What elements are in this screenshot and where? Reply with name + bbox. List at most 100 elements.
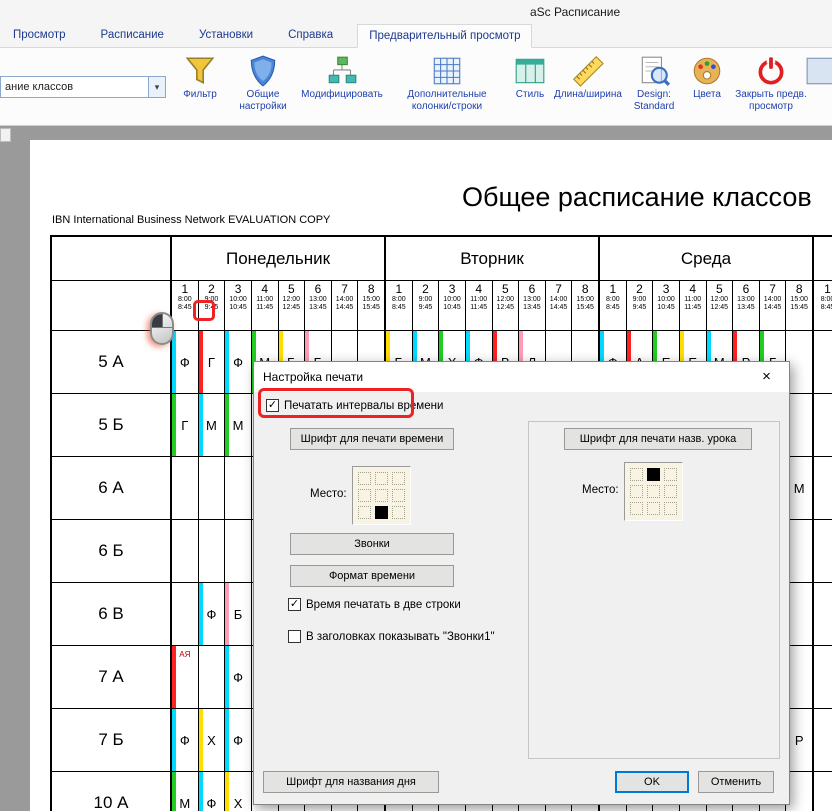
place-cell-1[interactable]	[647, 468, 660, 481]
period-header: 714:0014:45	[332, 281, 359, 330]
timetable-cell	[225, 457, 252, 519]
place-cell-5[interactable]	[392, 489, 405, 502]
place-cell-3[interactable]	[630, 485, 643, 498]
tab-preview[interactable]: Предварительный просмотр	[357, 24, 532, 48]
timetable-day-header-row: ПонедельникВторникСреда	[52, 237, 832, 281]
view-selector-group: ание классов ▾	[0, 48, 170, 125]
view-select-value: ание классов	[5, 81, 73, 93]
design-button[interactable]: Design: Standard	[624, 48, 684, 125]
place-cell-0[interactable]	[358, 472, 371, 485]
place-cell-7[interactable]	[647, 502, 660, 515]
size-button-label: Длина/ширина	[554, 89, 622, 101]
period-header: 310:0010:45	[439, 281, 466, 330]
timetable-cell: Ф	[225, 646, 252, 708]
checkbox-time-two-lines[interactable]: ✓ Время печатать в две строки	[288, 598, 461, 611]
lesson-font-button[interactable]: Шрифт для печати назв. урока	[564, 428, 752, 450]
place-cell-8[interactable]	[664, 502, 677, 515]
timetable-cell	[786, 646, 812, 708]
modify-button[interactable]: Модифицировать	[296, 48, 388, 125]
timetable-cell: Ф	[172, 709, 199, 771]
timetable-cell	[786, 583, 812, 645]
timetable-cell: М	[172, 772, 199, 811]
shield-icon	[246, 54, 280, 88]
lesson-color-stripe	[199, 394, 203, 456]
cancel-button[interactable]: Отменить	[698, 771, 774, 793]
lesson-position-grid[interactable]	[624, 462, 683, 521]
place-cell-8[interactable]	[392, 506, 405, 519]
timetable-cell	[814, 394, 832, 456]
checkbox-show-bells1[interactable]: В заголовках показывать "Звонки1"	[288, 630, 495, 643]
ok-button[interactable]: OK	[615, 771, 689, 793]
place-label-right: Место:	[582, 484, 619, 496]
place-cell-4[interactable]	[375, 489, 388, 502]
partial-ribbon-button	[812, 48, 832, 125]
place-cell-0[interactable]	[630, 468, 643, 481]
period-header: 613:0013:45	[519, 281, 546, 330]
chevron-down-icon[interactable]: ▾	[148, 77, 165, 97]
timetable-cell	[786, 394, 812, 456]
time-font-button[interactable]: Шрифт для печати времени	[290, 428, 454, 450]
period-header: 411:0011:45	[466, 281, 493, 330]
timetable-cell	[814, 772, 832, 811]
timetable-cell	[814, 520, 832, 582]
window-titlebar: aSc Расписание	[0, 0, 832, 24]
class-name-cell: 6 А	[52, 457, 172, 519]
timetable-cell	[199, 646, 226, 708]
period-header: 29:009:45	[413, 281, 440, 330]
scrollbar-button[interactable]	[0, 128, 11, 142]
mouse-left-button	[152, 314, 162, 327]
colors-button[interactable]: Цвета	[684, 48, 730, 125]
place-cell-7[interactable]	[375, 506, 388, 519]
general-settings-button[interactable]: Общие настройки	[230, 48, 296, 125]
place-cell-2[interactable]	[664, 468, 677, 481]
day-name-font-button[interactable]: Шрифт для названия дня	[263, 771, 439, 793]
lesson-color-stripe	[172, 394, 176, 456]
checkbox-box[interactable]	[288, 630, 301, 643]
print-settings-dialog: Настройка печати × ✓ Печатать интервалы …	[253, 361, 790, 805]
place-cell-6[interactable]	[630, 502, 643, 515]
style-button[interactable]: Стиль	[508, 48, 552, 125]
general-settings-label: Общие настройки	[230, 89, 296, 113]
timetable-cell: М	[225, 394, 252, 456]
period-header: 18:008:45	[814, 281, 832, 330]
lesson-color-stripe	[199, 583, 203, 645]
place-cell-2[interactable]	[392, 472, 405, 485]
period-header: 613:0013:45	[733, 281, 760, 330]
checkbox-box[interactable]: ✓	[288, 598, 301, 611]
timetable-cell: Ф	[199, 583, 226, 645]
lesson-color-stripe	[172, 772, 176, 811]
period-header: 714:0014:45	[760, 281, 787, 330]
place-cell-3[interactable]	[358, 489, 371, 502]
period-header: 310:0010:45	[225, 281, 252, 330]
mouse-body	[150, 312, 174, 345]
tab-ustanovki[interactable]: Установки	[188, 24, 264, 47]
filter-button[interactable]: Фильтр	[172, 48, 228, 125]
org-chart-icon	[325, 54, 359, 88]
timetable-cell	[786, 772, 812, 811]
close-preview-button[interactable]: Закрыть предв. просмотр	[732, 48, 810, 125]
timetable-cell: Ф	[225, 709, 252, 771]
filter-button-label: Фильтр	[183, 89, 217, 101]
time-format-button[interactable]: Формат времени	[290, 565, 454, 587]
extra-columns-rows-button[interactable]: Дополнительные колонки/строки	[388, 48, 506, 125]
time-position-grid[interactable]	[352, 466, 411, 525]
tab-prosmotr[interactable]: Просмотр	[2, 24, 77, 47]
size-button[interactable]: Длина/ширина	[552, 48, 624, 125]
timetable-cell: Х	[199, 709, 226, 771]
place-cell-6[interactable]	[358, 506, 371, 519]
place-cell-5[interactable]	[664, 485, 677, 498]
view-select[interactable]: ание классов ▾	[0, 76, 166, 98]
class-name-cell: 10 А	[52, 772, 172, 811]
extra-columns-rows-label: Дополнительные колонки/строки	[388, 89, 506, 113]
tab-spravka[interactable]: Справка	[277, 24, 344, 47]
tab-raspisanie[interactable]: Расписание	[90, 24, 175, 47]
ruler-icon	[571, 54, 605, 88]
modify-button-label: Модифицировать	[301, 89, 383, 101]
bells-button[interactable]: Звонки	[290, 533, 454, 555]
lesson-color-stripe	[225, 394, 229, 456]
place-cell-4[interactable]	[647, 485, 660, 498]
place-cell-1[interactable]	[375, 472, 388, 485]
lesson-color-stripe	[172, 646, 176, 708]
close-icon[interactable]: ×	[744, 362, 789, 392]
timetable-cell	[814, 583, 832, 645]
